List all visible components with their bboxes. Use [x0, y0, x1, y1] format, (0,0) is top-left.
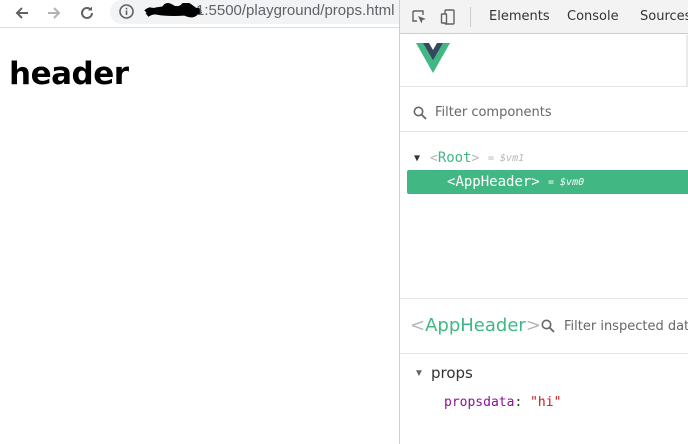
browser-viewport: 1:5500/playground/props.html header [0, 0, 399, 444]
expand-triangle-icon[interactable]: ▼ [414, 153, 420, 164]
device-toolbar-icon[interactable] [440, 8, 458, 26]
tree-item-root[interactable]: ▼ <Root> = $vm1 [400, 146, 688, 170]
appheader-tag: <AppHeader> [447, 174, 540, 190]
info-icon[interactable] [118, 3, 135, 20]
tree-item-appheader[interactable]: <AppHeader> = $vm0 [407, 170, 688, 194]
root-vm-ref: = $vm1 [488, 153, 525, 164]
filter-inspected-data-input[interactable]: Filter inspected data [564, 319, 688, 334]
tab-elements[interactable]: Elements [489, 9, 550, 24]
vue-logo-icon [416, 43, 450, 73]
search-icon [413, 106, 427, 120]
tab-sources[interactable]: Sources [640, 9, 688, 24]
prop-value: "hi" [530, 395, 562, 410]
forward-button[interactable] [43, 2, 65, 24]
page-heading: header [9, 56, 129, 92]
back-button[interactable] [11, 2, 33, 24]
inspected-component-title: <AppHeader> [410, 315, 541, 336]
toolbar-divider [470, 7, 471, 27]
arrow-right-icon [48, 7, 61, 19]
component-filter[interactable]: Filter components [400, 92, 688, 132]
vue-devtools-header [400, 35, 688, 87]
prop-row[interactable]: propsdata: "hi" [444, 395, 561, 410]
prop-key: propsdata [444, 395, 515, 410]
reload-icon [81, 6, 93, 19]
devtools-tab-bar: Elements Console Sources [400, 0, 688, 34]
collapse-triangle-icon[interactable]: ▼ [414, 368, 424, 379]
url-text[interactable]: 1:5500/playground/props.html [196, 2, 394, 19]
redaction-scribble [144, 3, 202, 18]
section-label-props[interactable]: props [431, 364, 473, 382]
reload-button[interactable] [76, 2, 98, 24]
tab-console[interactable]: Console [567, 9, 619, 24]
appheader-vm-ref: = $vm0 [548, 177, 585, 188]
browser-toolbar: 1:5500/playground/props.html [0, 0, 399, 28]
root-tag: <Root> [430, 150, 480, 166]
address-bar[interactable]: 1:5500/playground/props.html [110, 0, 399, 24]
prop-colon: : [514, 395, 523, 410]
filter-components-input[interactable]: Filter components [435, 105, 552, 120]
inspector-header: <AppHeader> Filter inspected data [400, 299, 688, 354]
devtools-panel: Elements Console Sources Filter componen… [399, 0, 688, 444]
search-icon [541, 319, 555, 333]
arrow-left-icon [15, 7, 28, 19]
inspect-element-icon[interactable] [410, 8, 428, 26]
